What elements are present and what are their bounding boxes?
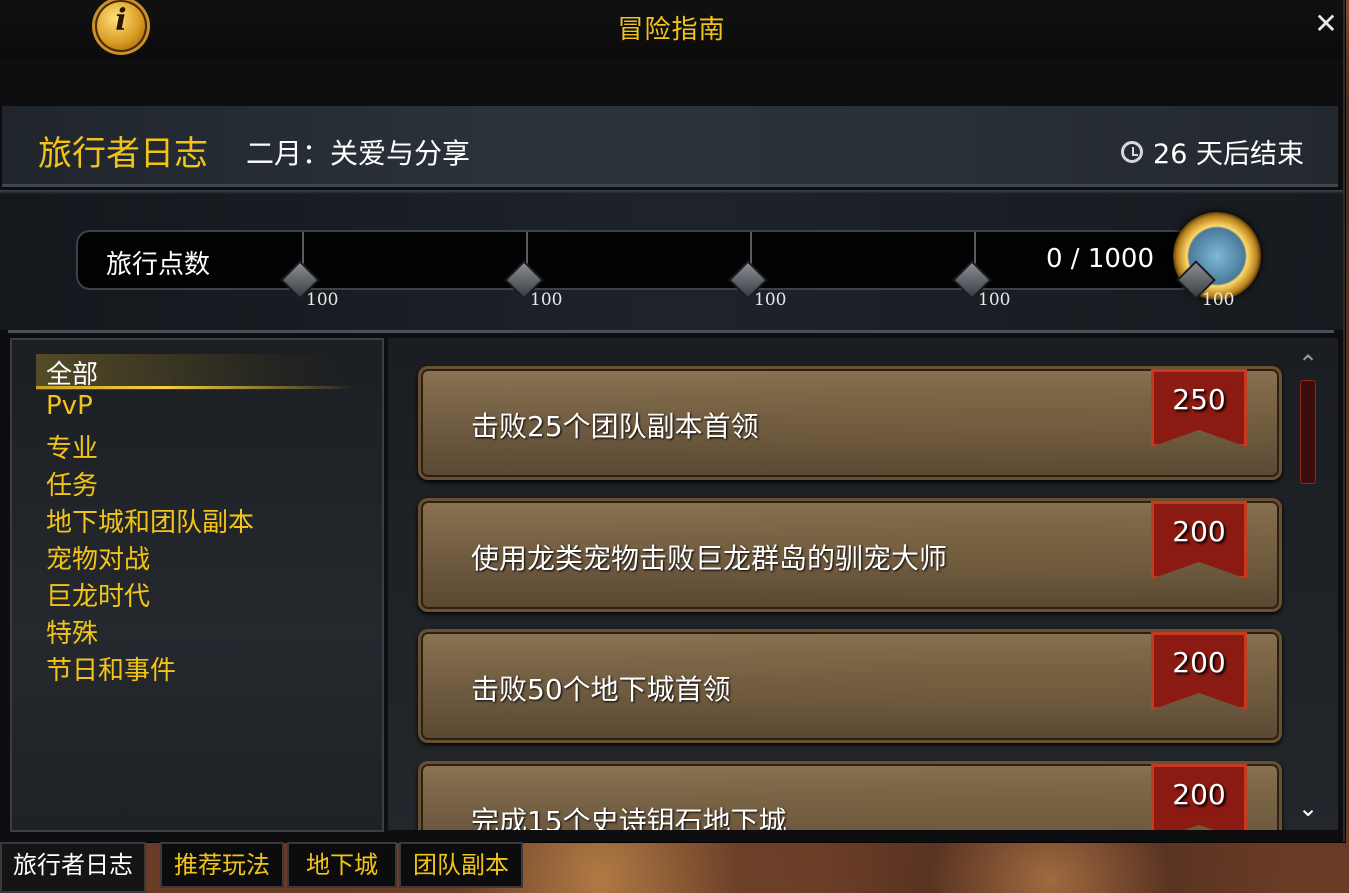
- activity-card[interactable]: 击败25个团队副本首领 250: [418, 366, 1282, 480]
- category-quests[interactable]: 任务: [46, 465, 98, 502]
- category-pet-battles[interactable]: 宠物对战: [46, 539, 150, 576]
- journal-header: 旅行者日志 二月：关爱与分享 26 天后结束: [2, 106, 1338, 187]
- activity-points: 200: [1172, 778, 1226, 811]
- milestone-value: 100: [530, 290, 563, 310]
- scroll-up-icon[interactable]: ⌃: [1296, 352, 1320, 376]
- header-title: 旅行者日志: [38, 134, 208, 174]
- tab-raids[interactable]: 团队副本: [399, 842, 523, 888]
- tab-dungeons[interactable]: 地下城: [287, 842, 397, 888]
- travel-points-bar: 旅行点数 0 / 1000: [76, 230, 1194, 290]
- category-all[interactable]: 全部: [46, 354, 98, 391]
- header-subtitle: 二月：关爱与分享: [246, 137, 471, 170]
- activity-list[interactable]: 击败25个团队副本首领 250 使用龙类宠物击败巨龙群岛的驯宠大师 200 击败…: [388, 338, 1338, 830]
- close-icon[interactable]: ✕: [1313, 10, 1339, 38]
- tab-travelers-log[interactable]: 旅行者日志: [0, 842, 146, 893]
- milestone-marker[interactable]: 100: [1176, 260, 1234, 310]
- milestone-value: 100: [1202, 290, 1235, 310]
- milestone-marker[interactable]: 100: [504, 260, 562, 310]
- timer-text: 26 天后结束: [1153, 139, 1304, 170]
- clock-icon: [1121, 140, 1144, 163]
- info-icon[interactable]: i: [95, 0, 147, 52]
- activity-text: 完成15个史诗钥石地下城: [471, 805, 787, 830]
- activity-text: 击败25个团队副本首领: [471, 410, 759, 443]
- progress-label: 旅行点数: [106, 250, 211, 280]
- activity-card[interactable]: 使用龙类宠物击败巨龙群岛的驯宠大师 200: [418, 498, 1282, 612]
- progress-value: 0 / 1000: [1046, 244, 1154, 274]
- scroll-down-icon[interactable]: ⌄: [1296, 796, 1320, 820]
- milestone-value: 100: [978, 290, 1011, 310]
- adventure-guide-window: 冒险指南 i ✕ 旅行者日志 二月：关爱与分享 26 天后结束 旅行点数 0 /…: [0, 0, 1345, 842]
- window-title: 冒险指南: [617, 15, 726, 45]
- category-dragonflight[interactable]: 巨龙时代: [46, 576, 150, 613]
- tab-suggested-content[interactable]: 推荐玩法: [160, 842, 284, 888]
- activity-card[interactable]: 完成15个史诗钥石地下城 200: [418, 761, 1282, 830]
- activity-points: 250: [1172, 383, 1226, 416]
- event-timer: 26 天后结束: [1121, 132, 1304, 171]
- activity-text: 使用龙类宠物击败巨龙群岛的驯宠大师: [471, 542, 948, 575]
- category-pvp[interactable]: PvP: [46, 391, 93, 421]
- milestone-value: 100: [754, 290, 787, 310]
- milestone-marker[interactable]: 100: [728, 260, 786, 310]
- category-sidebar: 全部 PvP 专业 任务 地下城和团队副本 宠物对战 巨龙时代 特殊 节日和事件: [10, 338, 384, 832]
- activity-points: 200: [1172, 515, 1226, 548]
- bottom-tab-bar: 旅行者日志 推荐玩法 地下城 团队副本: [0, 842, 1349, 893]
- category-professions[interactable]: 专业: [46, 428, 98, 465]
- scrollbar-thumb[interactable]: [1300, 380, 1316, 484]
- progress-section: 旅行点数 0 / 1000 100 100 100 100 100: [0, 194, 1343, 330]
- section-divider: [8, 330, 1334, 333]
- milestone-value: 100: [306, 290, 339, 310]
- milestone-marker[interactable]: 100: [952, 260, 1010, 310]
- activity-points: 200: [1172, 646, 1226, 679]
- activity-card[interactable]: 击败50个地下城首领 200: [418, 629, 1282, 743]
- title-bar: 冒险指南: [0, 0, 1343, 58]
- category-special[interactable]: 特殊: [46, 613, 98, 650]
- category-dungeons-raids[interactable]: 地下城和团队副本: [46, 502, 254, 539]
- milestone-marker[interactable]: 100: [280, 260, 338, 310]
- activity-text: 击败50个地下城首领: [471, 673, 731, 706]
- category-holidays-events[interactable]: 节日和事件: [46, 650, 176, 687]
